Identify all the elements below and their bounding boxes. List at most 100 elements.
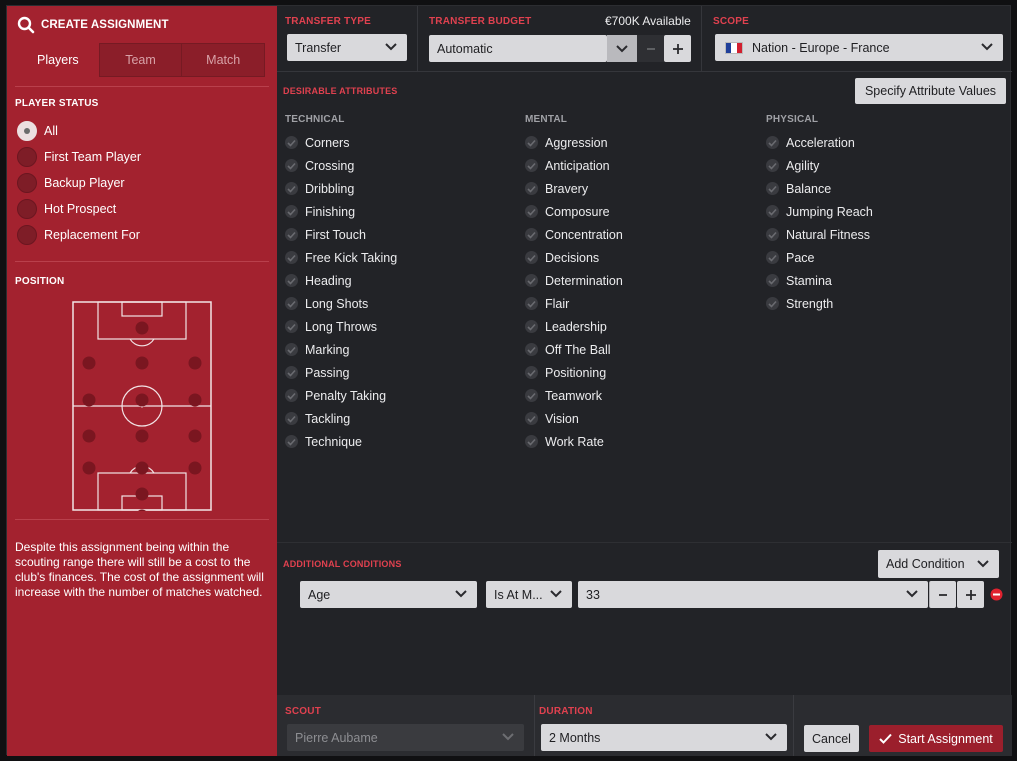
radio-selected[interactable] (17, 121, 37, 141)
scope-dropdown[interactable]: Nation - Europe - France (715, 34, 1003, 61)
cancel-button[interactable]: Cancel (804, 725, 859, 752)
check-icon[interactable] (525, 228, 538, 241)
check-icon[interactable] (285, 182, 298, 195)
attribute-toggle[interactable]: Heading (285, 269, 397, 292)
attribute-toggle[interactable]: Teamwork (525, 384, 623, 407)
check-icon[interactable] (285, 159, 298, 172)
add-condition-dropdown[interactable]: Add Condition (878, 550, 999, 578)
check-icon[interactable] (766, 297, 779, 310)
check-icon[interactable] (525, 182, 538, 195)
check-icon[interactable] (285, 366, 298, 379)
check-icon[interactable] (525, 159, 538, 172)
attribute-toggle[interactable]: Anticipation (525, 154, 623, 177)
tab-players[interactable]: Players (17, 43, 99, 77)
radio[interactable] (17, 147, 37, 167)
check-icon[interactable] (525, 320, 538, 333)
radio[interactable] (17, 199, 37, 219)
check-icon[interactable] (285, 389, 298, 402)
attribute-toggle[interactable]: Long Shots (285, 292, 397, 315)
check-icon[interactable] (766, 182, 779, 195)
status-option-hot-prospect[interactable]: Hot Prospect (17, 199, 116, 219)
tab-team[interactable]: Team (98, 43, 183, 77)
condition-operator-dropdown[interactable]: Is At M... (486, 581, 572, 608)
attribute-toggle[interactable]: Off The Ball (525, 338, 623, 361)
budget-dropdown[interactable]: Automatic (429, 35, 607, 62)
status-option-first-team[interactable]: First Team Player (17, 147, 141, 167)
check-icon[interactable] (766, 159, 779, 172)
check-icon[interactable] (525, 274, 538, 287)
condition-decrease-button[interactable] (929, 581, 956, 608)
check-icon[interactable] (525, 412, 538, 425)
attribute-toggle[interactable]: Crossing (285, 154, 397, 177)
attribute-toggle[interactable]: Marking (285, 338, 397, 361)
remove-condition-icon[interactable] (990, 588, 1003, 601)
tab-match[interactable]: Match (182, 43, 266, 77)
attribute-toggle[interactable]: Pace (766, 246, 873, 269)
check-icon[interactable] (285, 435, 298, 448)
attribute-toggle[interactable]: Balance (766, 177, 873, 200)
attribute-toggle[interactable]: Leadership (525, 315, 623, 338)
check-icon[interactable] (285, 297, 298, 310)
check-icon[interactable] (766, 136, 779, 149)
attribute-toggle[interactable]: Technique (285, 430, 397, 453)
budget-dropdown-toggle[interactable] (607, 35, 637, 62)
attribute-toggle[interactable]: Aggression (525, 131, 623, 154)
status-option-backup[interactable]: Backup Player (17, 173, 125, 193)
check-icon[interactable] (766, 274, 779, 287)
condition-field-dropdown[interactable]: Age (300, 581, 477, 608)
scout-dropdown[interactable]: Pierre Aubame (287, 724, 524, 751)
attribute-toggle[interactable]: Penalty Taking (285, 384, 397, 407)
transfer-type-dropdown[interactable]: Transfer (287, 34, 407, 61)
budget-decrease-button[interactable] (637, 35, 664, 62)
position-pitch[interactable] (72, 301, 212, 511)
attribute-toggle[interactable]: Strength (766, 292, 873, 315)
check-icon[interactable] (766, 251, 779, 264)
check-icon[interactable] (285, 274, 298, 287)
radio[interactable] (17, 173, 37, 193)
specify-attribute-values-button[interactable]: Specify Attribute Values (855, 78, 1006, 104)
check-icon[interactable] (525, 435, 538, 448)
attribute-toggle[interactable]: Work Rate (525, 430, 623, 453)
attribute-toggle[interactable]: Flair (525, 292, 623, 315)
check-icon[interactable] (285, 251, 298, 264)
check-icon[interactable] (525, 297, 538, 310)
attribute-toggle[interactable]: Agility (766, 154, 873, 177)
attribute-toggle[interactable]: Jumping Reach (766, 200, 873, 223)
attribute-toggle[interactable]: Decisions (525, 246, 623, 269)
check-icon[interactable] (766, 205, 779, 218)
check-icon[interactable] (525, 251, 538, 264)
check-icon[interactable] (525, 366, 538, 379)
check-icon[interactable] (285, 412, 298, 425)
check-icon[interactable] (285, 320, 298, 333)
attribute-toggle[interactable]: Dribbling (285, 177, 397, 200)
condition-increase-button[interactable] (957, 581, 984, 608)
attribute-toggle[interactable]: Tackling (285, 407, 397, 430)
check-icon[interactable] (525, 205, 538, 218)
attribute-toggle[interactable]: Vision (525, 407, 623, 430)
attribute-toggle[interactable]: Natural Fitness (766, 223, 873, 246)
check-icon[interactable] (285, 136, 298, 149)
attribute-toggle[interactable]: Passing (285, 361, 397, 384)
attribute-toggle[interactable]: Acceleration (766, 131, 873, 154)
attribute-toggle[interactable]: Stamina (766, 269, 873, 292)
check-icon[interactable] (285, 228, 298, 241)
attribute-toggle[interactable]: Long Throws (285, 315, 397, 338)
check-icon[interactable] (285, 343, 298, 356)
status-option-replacement[interactable]: Replacement For (17, 225, 140, 245)
check-icon[interactable] (525, 343, 538, 356)
attribute-toggle[interactable]: Concentration (525, 223, 623, 246)
check-icon[interactable] (285, 205, 298, 218)
start-assignment-button[interactable]: Start Assignment (869, 725, 1003, 752)
attribute-toggle[interactable]: Composure (525, 200, 623, 223)
attribute-toggle[interactable]: Corners (285, 131, 397, 154)
attribute-toggle[interactable]: First Touch (285, 223, 397, 246)
attribute-toggle[interactable]: Determination (525, 269, 623, 292)
attribute-toggle[interactable]: Bravery (525, 177, 623, 200)
duration-dropdown[interactable]: 2 Months (541, 724, 787, 751)
check-icon[interactable] (525, 136, 538, 149)
attribute-toggle[interactable]: Positioning (525, 361, 623, 384)
check-icon[interactable] (525, 389, 538, 402)
status-option-all[interactable]: All (17, 121, 58, 141)
check-icon[interactable] (766, 228, 779, 241)
budget-increase-button[interactable] (664, 35, 691, 62)
